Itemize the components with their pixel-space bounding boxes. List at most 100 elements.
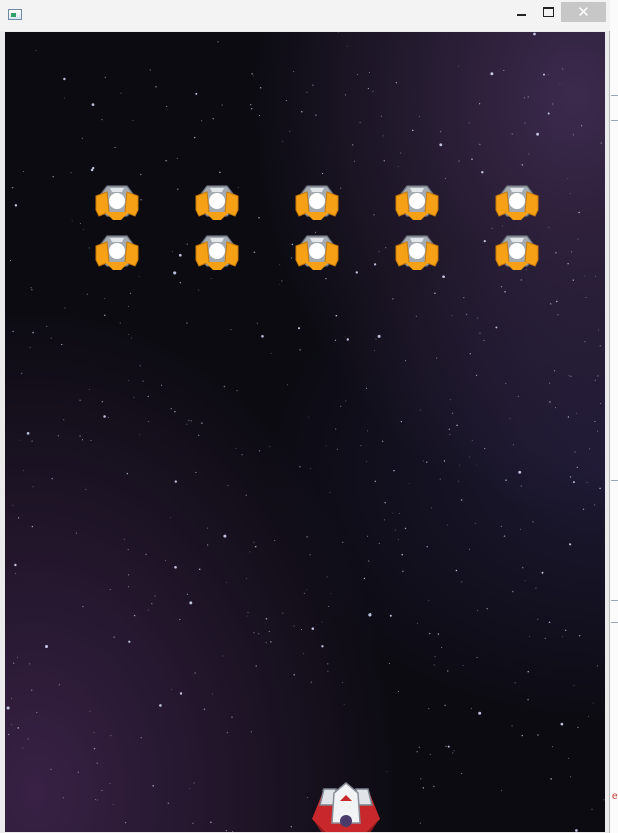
star: [433, 664, 435, 666]
star: [366, 461, 367, 462]
star: [404, 527, 407, 530]
title-bar[interactable]: ✕: [0, 0, 610, 31]
star: [342, 682, 344, 683]
star: [595, 275, 597, 277]
star: [476, 657, 478, 658]
star: [503, 535, 506, 537]
star: [247, 612, 249, 614]
star: [408, 483, 410, 484]
star: [140, 199, 142, 201]
star: [188, 420, 190, 422]
star: [346, 45, 348, 47]
star: [128, 334, 129, 335]
background-divider: [611, 120, 618, 121]
star: [512, 590, 514, 593]
star: [572, 481, 575, 484]
star: [50, 768, 52, 770]
star: [12, 504, 14, 506]
star: [584, 275, 586, 277]
star: [140, 737, 142, 739]
star: [174, 480, 177, 483]
star: [574, 451, 576, 453]
star: [451, 412, 454, 414]
star: [468, 122, 470, 124]
enemy-ship: [395, 182, 439, 222]
enemy-ship: [395, 232, 439, 272]
star: [171, 250, 173, 252]
star: [386, 771, 388, 773]
star: [578, 635, 581, 637]
star: [127, 586, 130, 588]
star: [291, 257, 293, 259]
star: [128, 574, 130, 576]
star: [469, 456, 471, 458]
star: [412, 129, 414, 132]
star: [133, 614, 136, 617]
star: [173, 271, 177, 275]
star: [104, 76, 107, 79]
star: [125, 822, 127, 824]
star: [251, 73, 253, 75]
star: [83, 229, 84, 231]
star: [308, 416, 310, 418]
star: [36, 711, 38, 714]
star: [303, 653, 305, 655]
maximize-button[interactable]: [533, 2, 563, 22]
star: [458, 65, 460, 67]
star: [517, 395, 519, 397]
star: [31, 289, 33, 291]
star: [474, 522, 476, 524]
star: [469, 548, 471, 550]
star: [529, 635, 531, 637]
star: [212, 118, 214, 120]
star: [578, 211, 580, 214]
close-button[interactable]: ✕: [561, 2, 606, 22]
star: [470, 707, 472, 710]
star: [599, 344, 602, 347]
background-text: e: [612, 791, 618, 802]
game-canvas[interactable]: [5, 32, 605, 832]
star: [293, 674, 295, 676]
star: [445, 745, 447, 747]
star: [71, 220, 73, 222]
minimize-button[interactable]: [506, 2, 536, 22]
star: [405, 360, 406, 362]
enemy-ship: [295, 182, 339, 222]
star: [599, 487, 601, 490]
star: [569, 776, 572, 778]
star: [14, 563, 17, 567]
star: [367, 535, 369, 537]
star: [30, 689, 33, 692]
star: [103, 415, 106, 418]
player-ship: [306, 781, 386, 832]
star: [532, 521, 534, 523]
star: [139, 365, 141, 367]
star: [250, 731, 252, 733]
star: [310, 468, 312, 469]
star: [61, 343, 63, 346]
star: [575, 829, 578, 832]
star: [274, 540, 276, 541]
star: [190, 420, 192, 422]
star: [58, 684, 60, 686]
star: [291, 243, 294, 246]
star: [567, 757, 570, 760]
app-icon[interactable]: [8, 9, 22, 20]
star: [35, 50, 37, 51]
star: [568, 375, 570, 377]
star: [201, 422, 203, 424]
star: [335, 428, 337, 430]
star: [461, 581, 463, 583]
enemy-ship: [495, 232, 539, 272]
star: [441, 647, 443, 648]
star: [463, 296, 465, 299]
star: [330, 592, 332, 594]
star: [310, 681, 312, 683]
starfield-background: [6, 32, 605, 832]
enemy-ship-icon: [395, 185, 439, 220]
star: [114, 147, 116, 149]
star: [179, 692, 183, 695]
star: [429, 753, 431, 756]
star: [382, 135, 384, 137]
star: [373, 214, 375, 216]
